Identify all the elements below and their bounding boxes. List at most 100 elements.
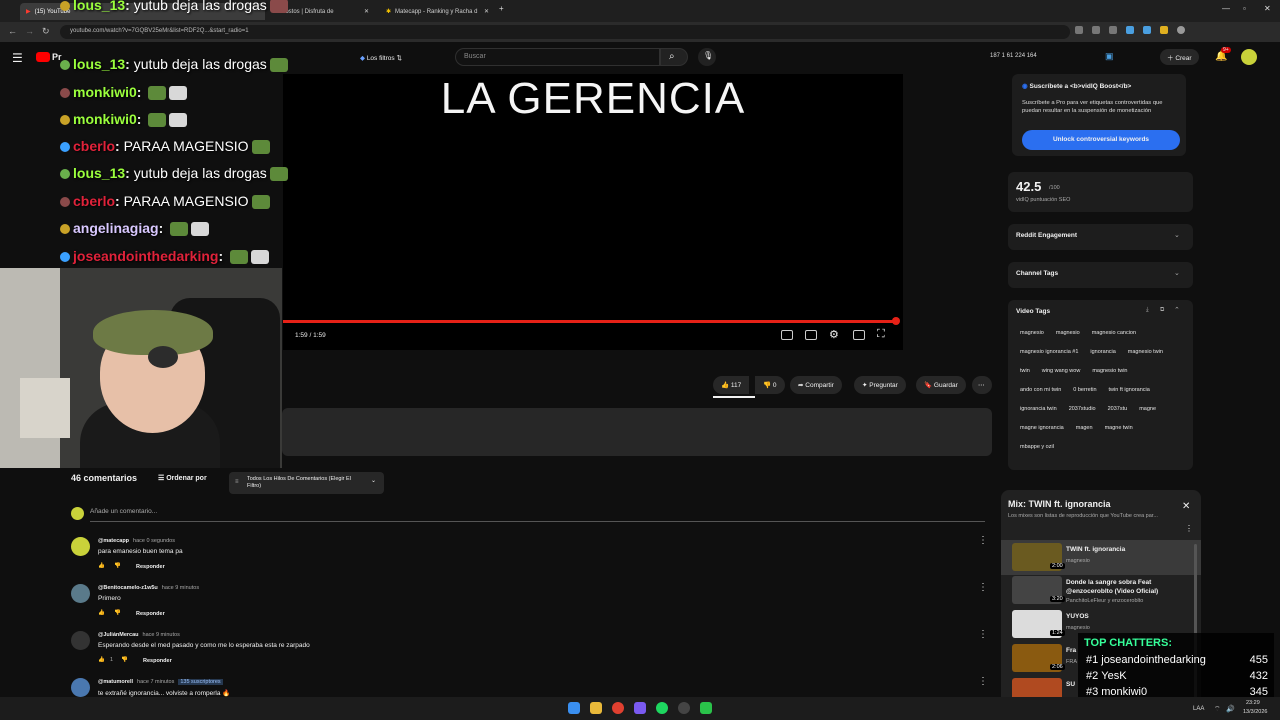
video-tag[interactable]: mbappe y ozil — [1015, 439, 1059, 456]
comment-time[interactable]: hace 9 minutos — [143, 632, 180, 638]
reddit-engagement-section[interactable]: Reddit Engagement ⌄ — [1008, 224, 1193, 250]
extension-icon[interactable] — [1109, 26, 1117, 34]
search-button[interactable]: ⌕ — [660, 48, 688, 66]
reply-button[interactable]: Responder — [136, 564, 165, 570]
video-tag[interactable]: 2037studio — [1064, 401, 1101, 418]
mix-item-title[interactable]: Donde la sangre sobra Feat @enzoceroblto… — [1066, 578, 1191, 596]
extension-icon[interactable] — [1126, 26, 1134, 34]
menu-icon[interactable]: ☰ — [12, 51, 23, 65]
comment-menu-icon[interactable]: ⋮ — [978, 629, 988, 640]
new-tab-icon[interactable]: + — [499, 4, 504, 13]
comment-author[interactable]: @matumorell — [98, 679, 133, 685]
copy-icon[interactable]: ⧉ — [1160, 307, 1164, 314]
video-player[interactable]: LA GERENCIA 1:59 / 1:59 ⚙ ⛶ — [283, 74, 903, 350]
minimize-icon[interactable]: — — [1222, 4, 1230, 13]
avatar[interactable] — [71, 631, 90, 650]
extension-icon[interactable] — [1160, 26, 1168, 34]
like-button[interactable]: 👍 117 — [713, 376, 750, 394]
close-window-icon[interactable]: ✕ — [1264, 4, 1271, 13]
video-tag[interactable]: ignorancia twin — [1015, 401, 1062, 418]
video-tag[interactable]: 2037stu — [1103, 401, 1133, 418]
search-input[interactable]: Buscar — [455, 48, 660, 66]
save-button[interactable]: 🔖 Guardar — [916, 376, 966, 394]
youtube-logo-icon[interactable] — [36, 52, 50, 62]
windows-start-icon[interactable] — [568, 702, 580, 714]
profile-icon[interactable] — [1177, 26, 1185, 34]
avatar[interactable] — [1241, 49, 1257, 65]
extension-icon[interactable] — [1075, 26, 1083, 34]
comment-menu-icon[interactable]: ⋮ — [978, 535, 988, 546]
volume-icon[interactable]: 🔊 — [1226, 705, 1235, 713]
mix-item-title[interactable]: YUYOS — [1066, 612, 1191, 621]
vidiq-icon[interactable]: ▣ — [1105, 51, 1114, 62]
reply-button[interactable]: Responder — [136, 611, 165, 617]
like-icon[interactable]: 👍 — [98, 563, 105, 569]
video-tag[interactable]: magnesio twin — [1087, 363, 1132, 380]
progress-handle[interactable] — [892, 317, 900, 325]
dislike-icon[interactable]: 👎 — [114, 610, 121, 616]
back-icon[interactable]: ← — [8, 26, 17, 36]
share-button[interactable]: ➦ Compartir — [790, 376, 842, 394]
url-field[interactable]: youtube.com/watch?v=7GQBV25eMr&list=RDF2… — [60, 25, 1070, 39]
description-box[interactable] — [282, 408, 992, 456]
ask-button[interactable]: ✦ Preguntar — [854, 376, 906, 394]
forward-icon[interactable]: → — [25, 26, 34, 36]
more-options-icon[interactable]: ⋮ — [1185, 524, 1193, 533]
video-tag[interactable]: ignorancia — [1085, 344, 1120, 361]
maximize-icon[interactable]: ▫ — [1243, 4, 1246, 13]
discord-icon[interactable] — [634, 702, 646, 714]
browser-icon[interactable] — [678, 702, 690, 714]
subtitles-icon[interactable] — [805, 330, 817, 340]
network-icon[interactable]: ⌔ — [1214, 705, 1221, 714]
tab-matecapp[interactable]: ✱ Matecapp - Ranking y Racha d ✕ — [380, 3, 495, 20]
close-tab-icon[interactable]: ✕ — [364, 8, 369, 15]
video-tag[interactable]: ando con mi twin — [1015, 382, 1066, 399]
comment-filter-dropdown[interactable]: ≡ Todos Los Hilos De Comentarios (Elegir… — [229, 472, 384, 494]
comment-time[interactable]: hace 7 minutos — [137, 679, 174, 685]
transcript-icon[interactable] — [781, 330, 793, 340]
video-tag[interactable]: magnesio — [1051, 325, 1085, 342]
mix-item[interactable]: 2:00 TWIN ft. ignorancia magnesio — [1012, 543, 1192, 577]
video-tag[interactable]: magne — [1134, 401, 1161, 418]
close-icon[interactable]: ✕ — [1182, 501, 1190, 512]
download-icon[interactable]: ⤓ — [1146, 307, 1149, 314]
voice-search-button[interactable]: 🎙 — [698, 48, 716, 66]
dislike-button[interactable]: 👎 0 — [755, 376, 785, 394]
extension-icon[interactable] — [1092, 26, 1100, 34]
video-tag[interactable]: magne twin — [1100, 420, 1138, 437]
add-comment-input[interactable]: Añade un comentario... — [90, 508, 985, 522]
like-icon[interactable]: 👍 — [98, 657, 105, 663]
video-tag[interactable]: magnesio cancion — [1087, 325, 1141, 342]
video-tag[interactable]: 0 berretin — [1068, 382, 1101, 399]
video-tag[interactable]: wing wang wow — [1037, 363, 1086, 380]
video-tag[interactable]: twin ft ignorancia — [1104, 382, 1155, 399]
comment-author[interactable]: @matecapp — [98, 538, 129, 544]
close-tab-icon[interactable]: ✕ — [484, 8, 489, 15]
file-explorer-icon[interactable] — [590, 702, 602, 714]
unlock-keywords-button[interactable]: Unlock controversial keywords — [1022, 130, 1180, 150]
comment-time[interactable]: hace 9 minutos — [162, 585, 199, 591]
chrome-icon[interactable] — [612, 702, 624, 714]
video-tag[interactable]: twin — [1015, 363, 1035, 380]
dislike-icon[interactable]: 👎 — [114, 563, 121, 569]
video-tag[interactable]: magen — [1071, 420, 1098, 437]
reply-button[interactable]: Responder — [143, 658, 172, 664]
streaming-app-icon[interactable] — [700, 702, 712, 714]
sort-button[interactable]: ☰ Ordenar por — [158, 474, 207, 482]
video-tag[interactable]: magnesio twin — [1123, 344, 1168, 361]
create-button[interactable]: ＋ Crear — [1160, 49, 1199, 65]
avatar[interactable] — [71, 678, 90, 697]
chevron-up-icon[interactable]: ⌃ — [1174, 306, 1180, 314]
comment-author[interactable]: @Benitocamelo-z1w5u — [98, 585, 158, 591]
dislike-icon[interactable]: 👎 — [121, 657, 128, 663]
theater-mode-icon[interactable] — [853, 330, 865, 340]
video-tag[interactable]: magnesio ignorancia #1 — [1015, 344, 1083, 361]
filters-button[interactable]: ◆ Los filtros ⇅ — [353, 51, 409, 65]
language-indicator[interactable]: LAA — [1193, 706, 1204, 712]
channel-tags-section[interactable]: Channel Tags ⌄ — [1008, 262, 1193, 288]
fullscreen-icon[interactable]: ⛶ — [877, 328, 885, 341]
extension-icon[interactable] — [1143, 26, 1151, 34]
mix-item[interactable]: 3:20 Donde la sangre sobra Feat @enzocero… — [1012, 576, 1192, 610]
avatar[interactable] — [71, 537, 90, 556]
mix-item-title[interactable]: TWIN ft. ignorancia — [1066, 545, 1191, 554]
